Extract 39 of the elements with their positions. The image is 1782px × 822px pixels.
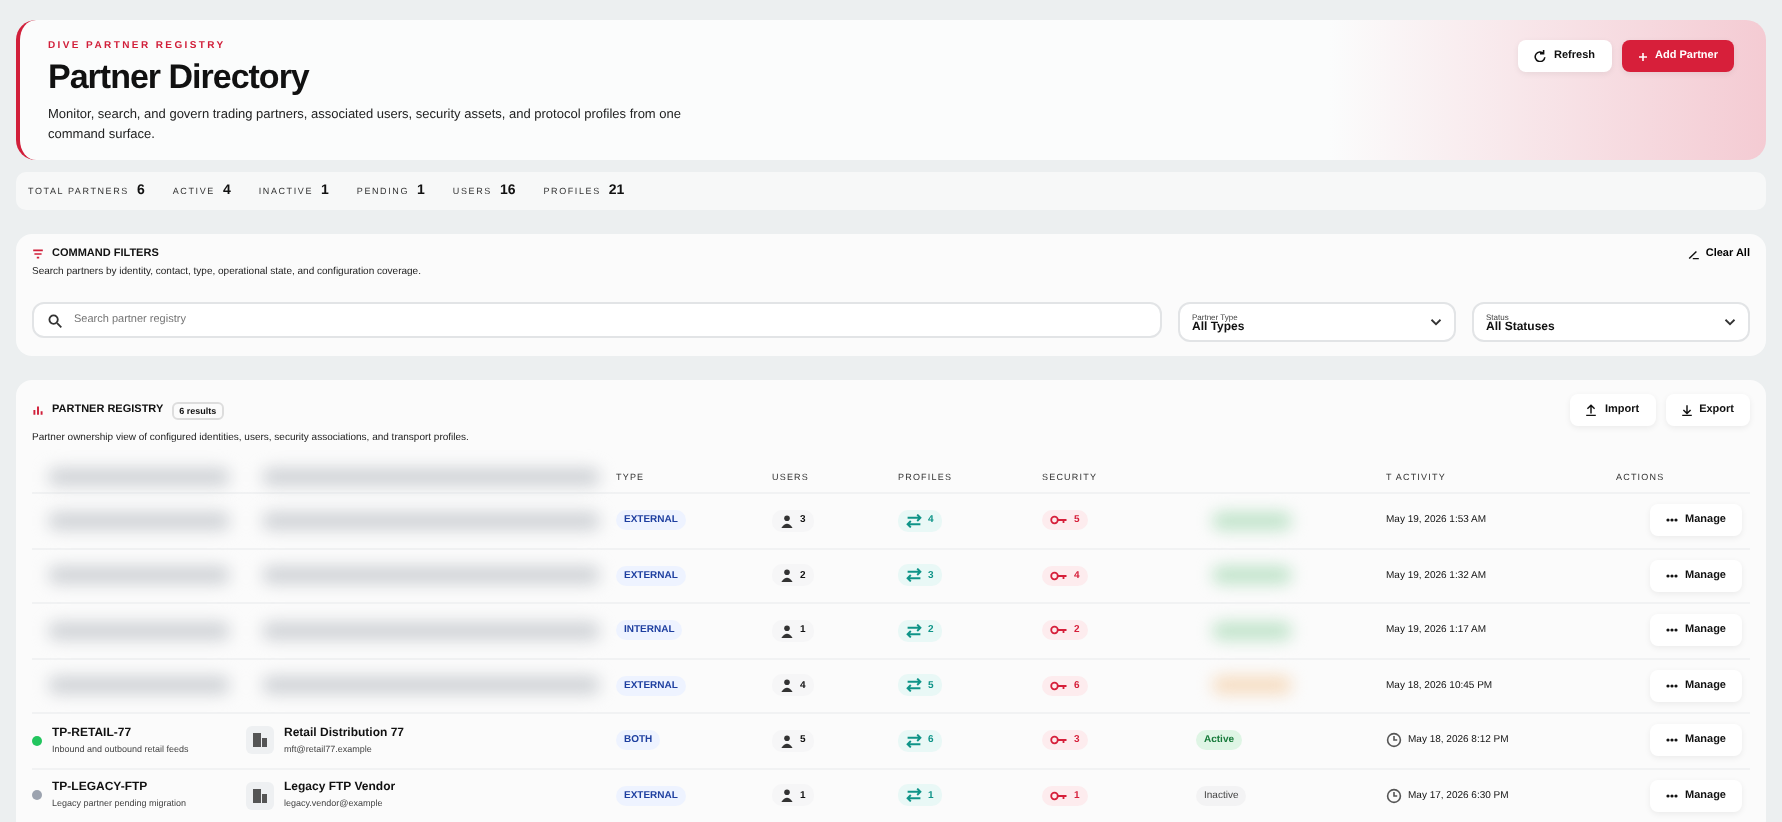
clock-icon xyxy=(1386,732,1402,749)
swap-icon xyxy=(906,733,922,748)
key-icon xyxy=(1050,679,1068,692)
user-icon xyxy=(780,513,794,528)
key-icon xyxy=(1050,514,1068,527)
clock-icon xyxy=(1386,787,1402,804)
more-icon xyxy=(1665,628,1678,633)
more-icon xyxy=(1665,518,1678,523)
more-icon xyxy=(1665,683,1678,688)
user-icon xyxy=(780,568,794,583)
swap-icon xyxy=(906,513,922,528)
download-icon xyxy=(1681,404,1692,416)
eraser-icon xyxy=(1687,249,1700,259)
user-icon xyxy=(780,788,794,803)
user-icon xyxy=(780,623,794,638)
upload-icon xyxy=(1586,404,1597,416)
swap-icon xyxy=(906,623,922,638)
key-icon xyxy=(1050,734,1068,747)
more-icon xyxy=(1665,738,1678,743)
chevron-down-icon xyxy=(1430,318,1442,326)
user-icon xyxy=(780,733,794,748)
plus-icon xyxy=(1637,51,1648,61)
key-icon xyxy=(1050,569,1068,582)
swap-icon xyxy=(906,678,922,693)
chart-icon xyxy=(32,404,44,416)
chevron-down-icon xyxy=(1724,318,1736,326)
more-icon xyxy=(1665,793,1678,798)
building-icon xyxy=(246,726,274,755)
refresh-icon xyxy=(1534,50,1547,62)
more-icon xyxy=(1665,573,1678,578)
user-icon xyxy=(780,678,794,693)
page-title: Partner Directory xyxy=(48,58,312,98)
filter-icon xyxy=(32,248,44,260)
search-icon xyxy=(48,313,62,327)
swap-icon xyxy=(906,568,922,583)
key-icon xyxy=(1050,789,1068,802)
building-icon xyxy=(246,781,274,810)
key-icon xyxy=(1050,624,1068,637)
swap-icon xyxy=(906,788,922,803)
